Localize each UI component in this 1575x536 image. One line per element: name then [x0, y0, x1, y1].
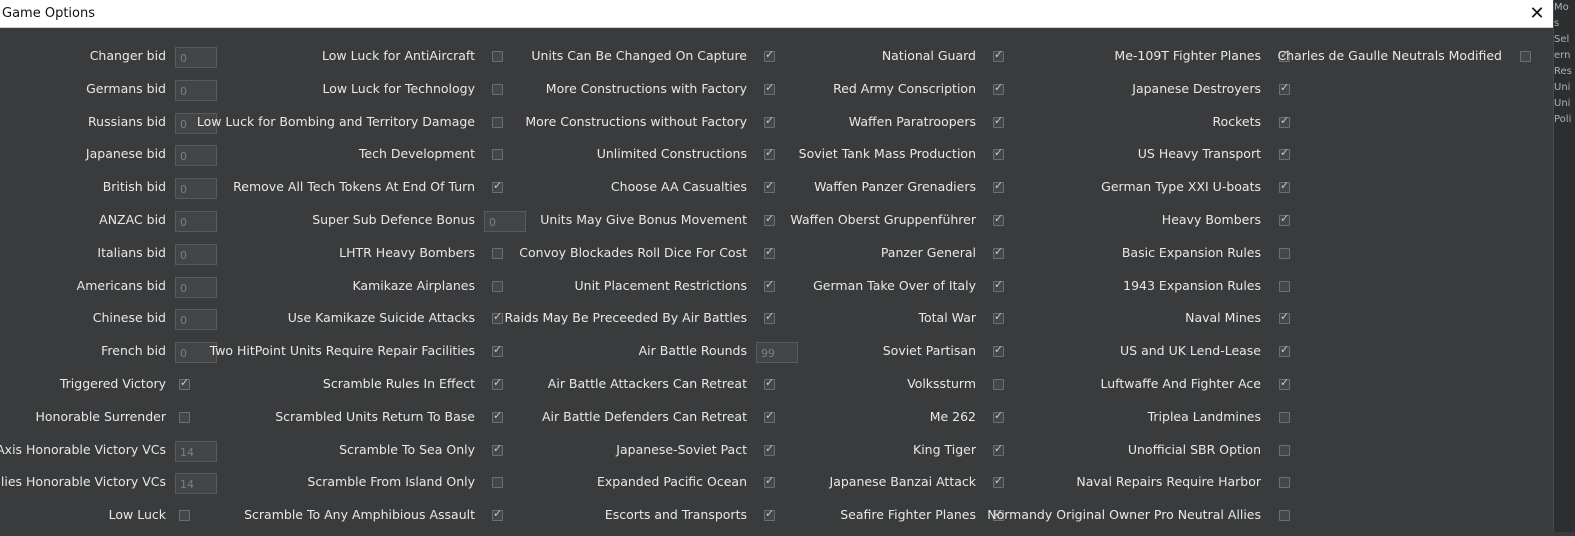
- edge-text: Poli: [1554, 114, 1572, 125]
- option-checkbox-checked[interactable]: [1279, 146, 1290, 161]
- option-checkbox-checked[interactable]: [1279, 179, 1290, 194]
- window-title: Game Options: [2, 6, 95, 21]
- option-row: Charles de Gaulle Neutrals Modified: [0, 44, 1553, 77]
- option-checkbox[interactable]: [1279, 477, 1290, 489]
- option-row: Triplea Landmines: [0, 405, 1553, 438]
- option-label: 1943 Expansion Rules: [1123, 277, 1261, 293]
- option-label: Unofficial SBR Option: [1127, 441, 1261, 457]
- option-label: Triplea Landmines: [1147, 408, 1261, 424]
- edge-text: Mo: [1554, 2, 1569, 13]
- option-row: German Type XXI U-boats: [0, 175, 1553, 208]
- option-checkbox-checked[interactable]: [1279, 212, 1290, 226]
- edge-text: Sel: [1554, 34, 1570, 45]
- option-label: Charles de Gaulle Neutrals Modified: [1277, 48, 1502, 63]
- option-checkbox[interactable]: [1279, 444, 1290, 456]
- option-row: Normandy Original Owner Pro Neutral Alli…: [0, 503, 1553, 536]
- option-row: Rockets: [0, 110, 1553, 143]
- option-checkbox[interactable]: [1520, 51, 1531, 62]
- option-label: Normandy Original Owner Pro Neutral Alli…: [987, 507, 1261, 523]
- option-row: Basic Expansion Rules: [0, 241, 1553, 274]
- option-checkbox-checked[interactable]: [1279, 376, 1290, 390]
- option-checkbox[interactable]: [1279, 411, 1290, 423]
- close-icon[interactable]: ✕: [1525, 3, 1549, 24]
- option-row: Naval Mines: [0, 306, 1553, 339]
- option-row: US and UK Lend-Lease: [0, 339, 1553, 372]
- option-label: Naval Repairs Require Harbor: [1076, 474, 1261, 490]
- option-label: Rockets: [1212, 113, 1261, 129]
- option-row: Heavy Bombers: [0, 208, 1553, 241]
- option-label: Japanese Destroyers: [1132, 80, 1261, 96]
- options-column: Me-109T Fighter PlanesJapanese Destroyer…: [0, 44, 1553, 536]
- option-label: Basic Expansion Rules: [1121, 244, 1261, 260]
- option-label: Naval Mines: [1185, 310, 1261, 326]
- option-label: Luftwaffe And Fighter Ace: [1100, 375, 1262, 391]
- option-row: Naval Repairs Require Harbor: [0, 470, 1553, 503]
- option-checkbox-checked[interactable]: [1279, 343, 1290, 358]
- option-label: Heavy Bombers: [1161, 211, 1261, 227]
- option-label: German Type XXI U-boats: [1101, 179, 1261, 195]
- edge-text: Res: [1554, 66, 1572, 77]
- option-row: Unofficial SBR Option: [0, 438, 1553, 471]
- option-row: Luftwaffe And Fighter Ace: [0, 372, 1553, 405]
- options-column: Charles de Gaulle Neutrals Modified: [0, 44, 1553, 77]
- option-row: Japanese Destroyers: [0, 77, 1553, 110]
- option-checkbox[interactable]: [1279, 247, 1290, 259]
- edge-text: ern: [1554, 50, 1571, 61]
- option-label: US Heavy Transport: [1137, 146, 1261, 162]
- option-checkbox-checked[interactable]: [1279, 81, 1290, 95]
- edge-text: s: [1554, 18, 1560, 29]
- option-checkbox-checked[interactable]: [1279, 114, 1290, 128]
- title-bar: Game Options ✕: [0, 0, 1553, 28]
- edge-text: Uni: [1554, 82, 1571, 93]
- option-row: US Heavy Transport: [0, 142, 1553, 175]
- edge-text: Uni: [1554, 98, 1571, 109]
- option-checkbox[interactable]: [1279, 510, 1290, 522]
- option-checkbox[interactable]: [1279, 280, 1290, 292]
- option-row: 1943 Expansion Rules: [0, 274, 1553, 307]
- option-label: US and UK Lend-Lease: [1120, 343, 1261, 359]
- background-window-edge: Mo s Sel ern Res Uni Uni Poli: [1553, 0, 1575, 532]
- option-checkbox-checked[interactable]: [1279, 310, 1290, 325]
